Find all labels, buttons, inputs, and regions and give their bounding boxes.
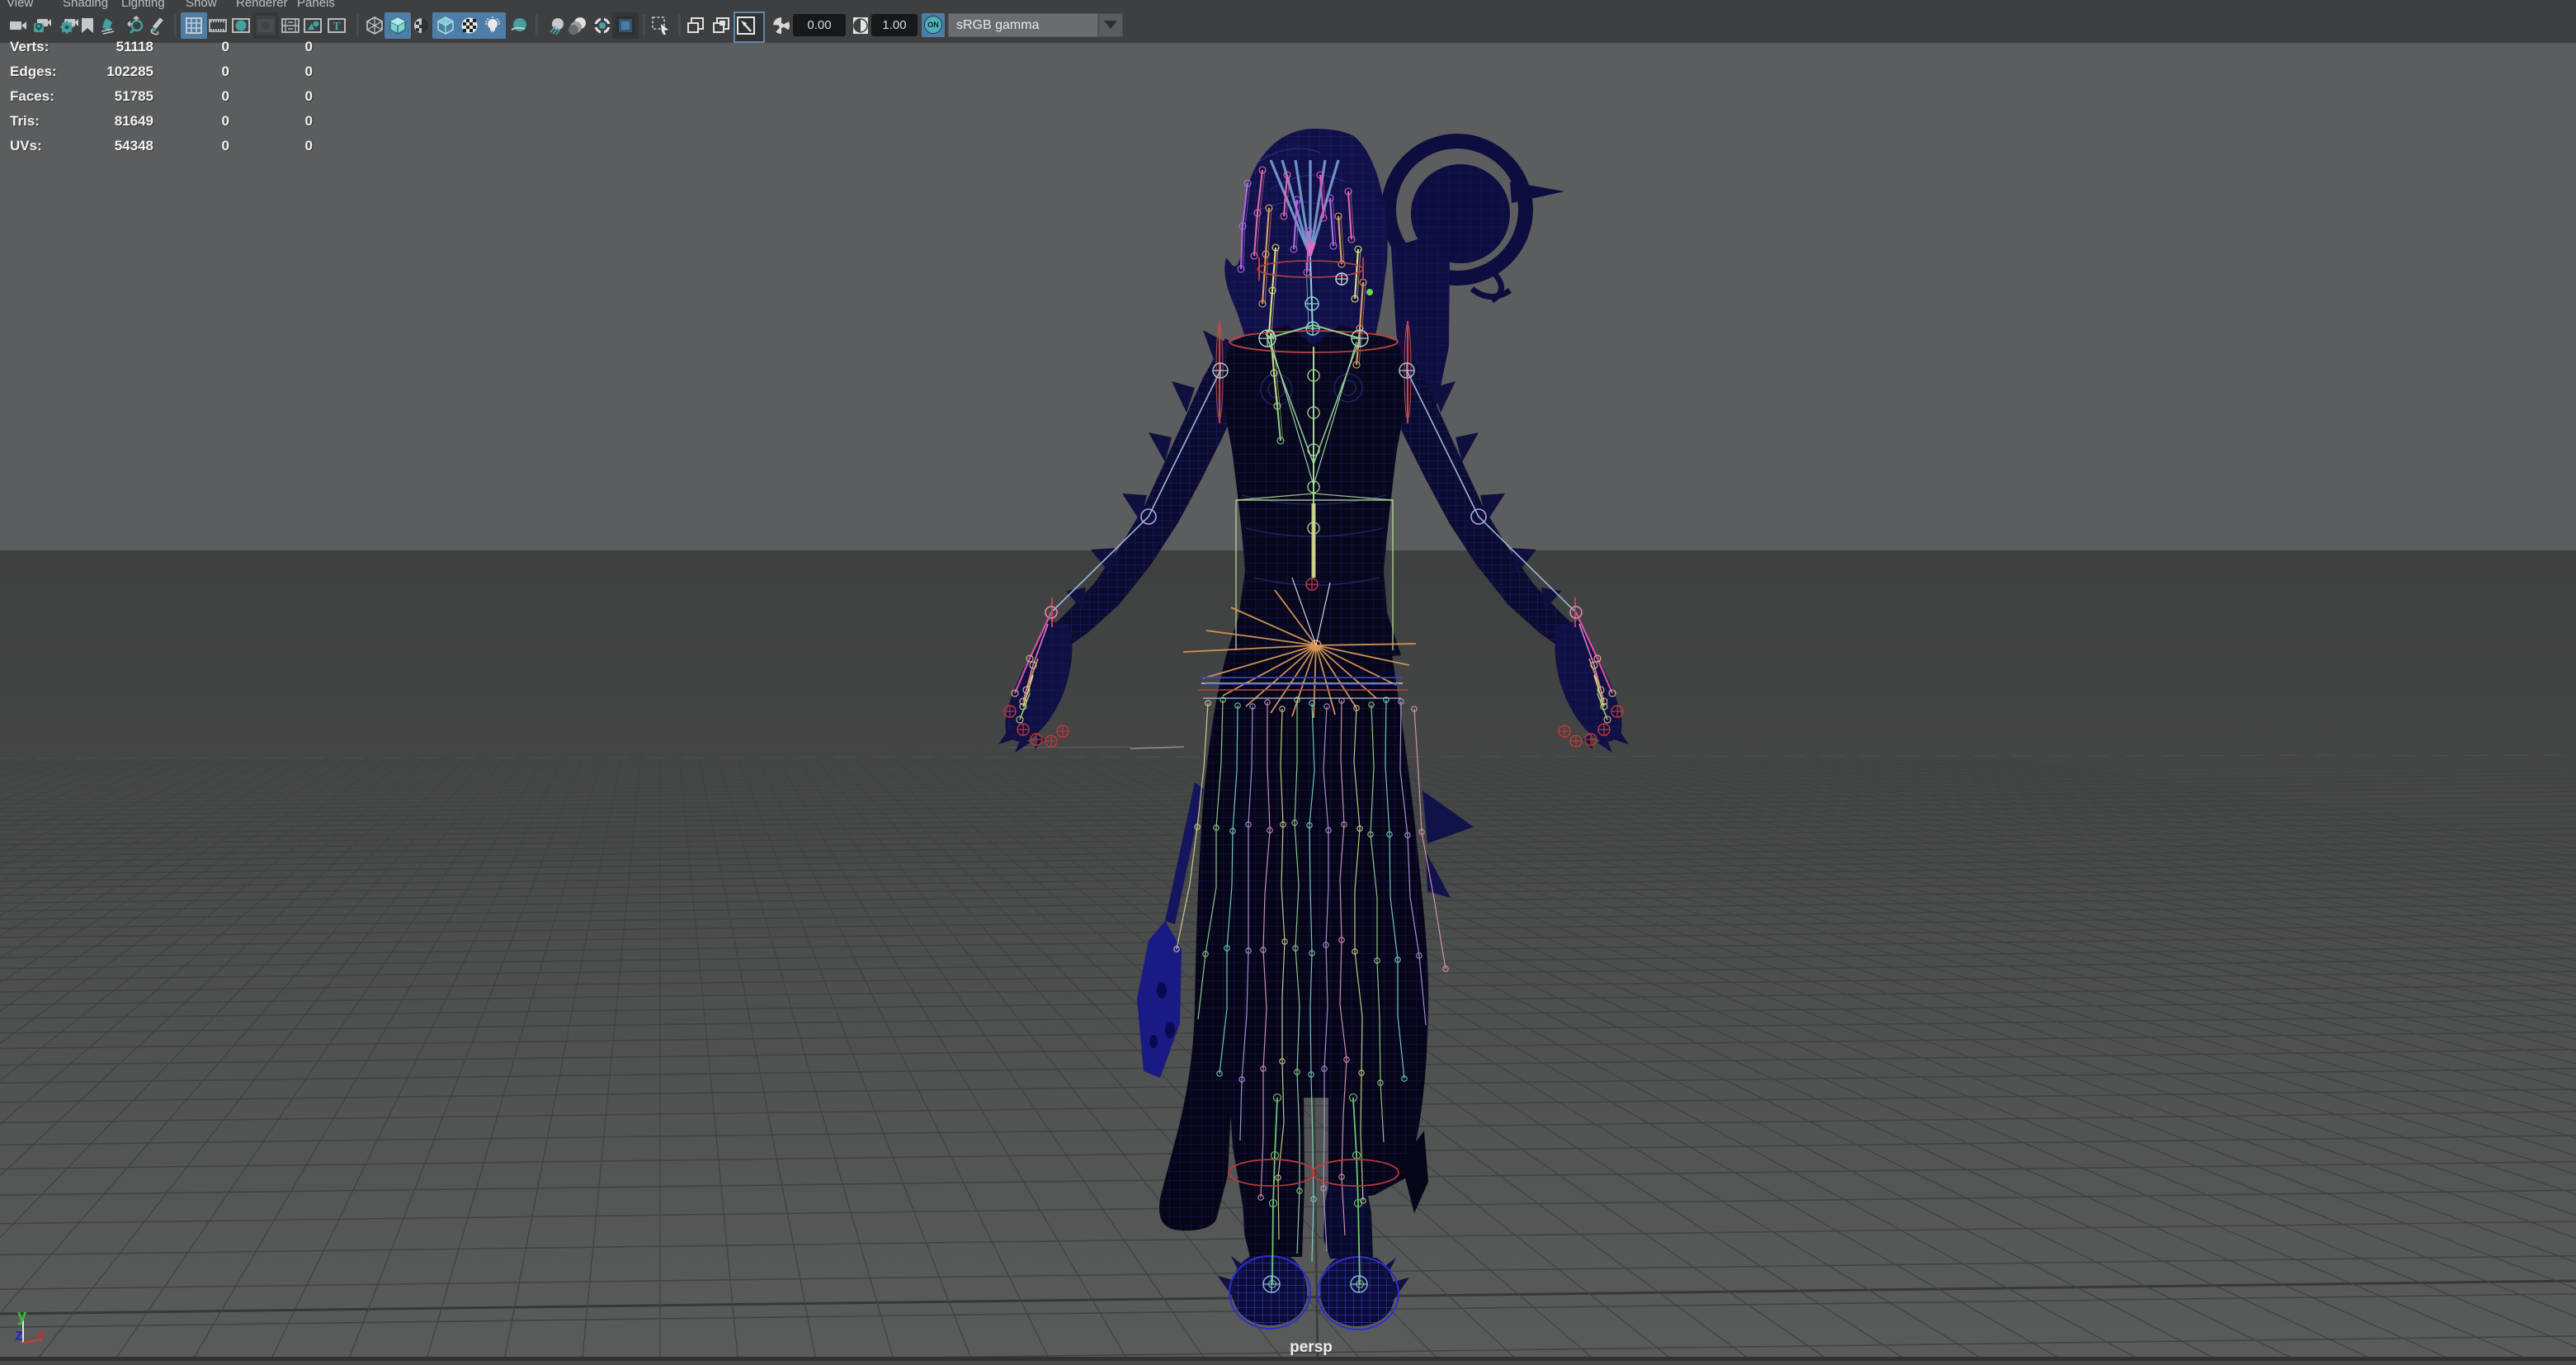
svg-text:z: z bbox=[15, 1326, 23, 1344]
svg-text:x: x bbox=[37, 1326, 45, 1342]
svg-text:T: T bbox=[333, 21, 341, 33]
svg-text:y: y bbox=[17, 1307, 27, 1325]
svg-text:persp: persp bbox=[1290, 1339, 1333, 1356]
